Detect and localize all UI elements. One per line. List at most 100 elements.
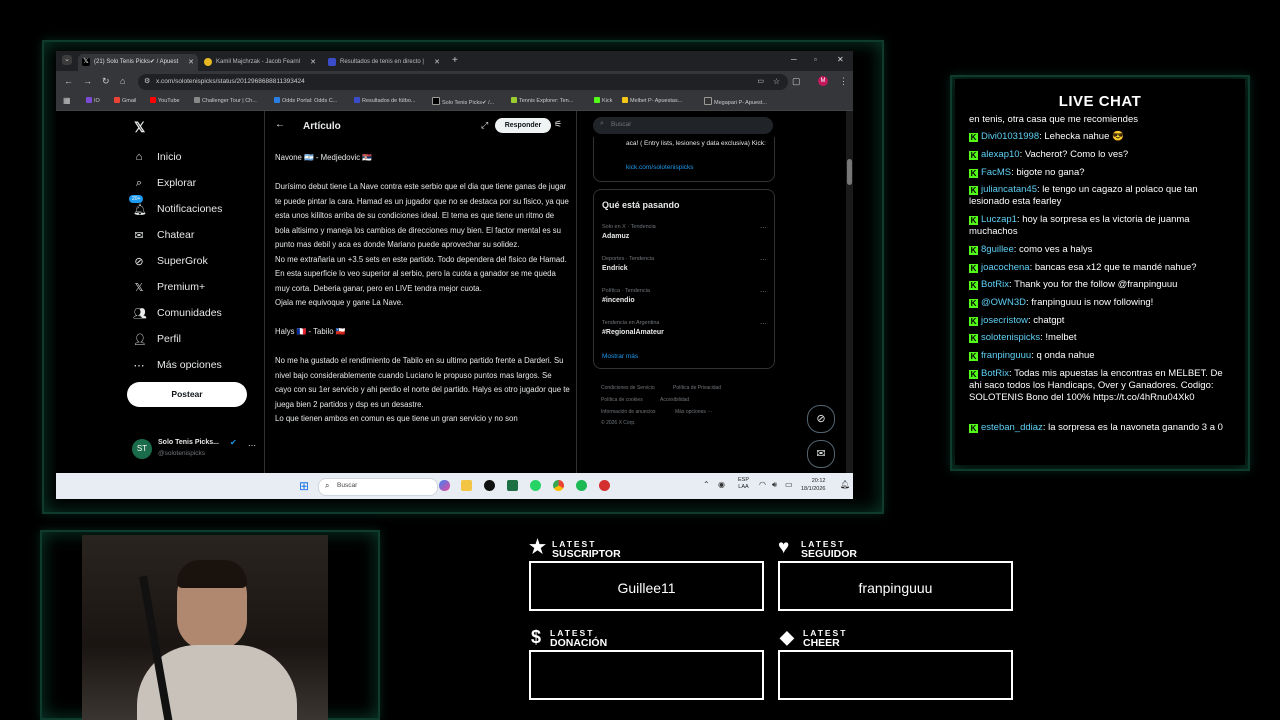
tab-label: Kamil Majchrzak - Jacob Fearnl xyxy=(216,59,301,65)
site-info-icon[interactable]: ⚙ xyxy=(144,74,150,90)
more-dots-icon[interactable]: ⋯ xyxy=(760,224,767,232)
close-tab-icon[interactable]: ✕ xyxy=(434,54,440,71)
copyright: © 2026 X Corp. xyxy=(601,420,636,426)
footer-link[interactable]: Condiciones de Servicio xyxy=(601,385,655,391)
excel-icon[interactable] xyxy=(507,480,518,491)
kick-badge-icon: K xyxy=(969,317,978,326)
search-icon: ⌕ xyxy=(600,120,604,127)
apps-grid-icon[interactable]: ▦ xyxy=(63,96,71,105)
trend-item[interactable]: Tendencia en Argentina #RegionalAmateur ⋯ xyxy=(602,320,767,336)
x-logo-icon[interactable]: 𝕏 xyxy=(134,119,145,136)
kick-badge-icon: K xyxy=(969,151,978,160)
more-dots-icon[interactable]: ⋯ xyxy=(760,320,767,328)
more-dots-icon[interactable]: ⋯ xyxy=(760,288,767,296)
bookmark-item[interactable]: Kick xyxy=(594,97,612,104)
whatsapp-icon[interactable] xyxy=(530,480,541,491)
diamond-icon: ◆ xyxy=(780,627,794,647)
clock[interactable]: 20:12 18/1/2026 xyxy=(801,477,825,493)
grok-float-button[interactable]: ⊘ xyxy=(807,405,835,433)
windows-start-icon[interactable]: ⊞ xyxy=(299,479,309,493)
footer-link[interactable]: Política de Privacidad xyxy=(673,385,721,391)
more-circle-icon: ⋯ xyxy=(133,360,145,372)
search-input[interactable]: ⌕ Buscar xyxy=(593,117,773,134)
show-more-link[interactable]: Mostrar más xyxy=(602,353,638,360)
notification-bell-icon[interactable]: 🔔︎ xyxy=(840,480,850,489)
expand-icon[interactable]: ⤢ xyxy=(481,120,488,131)
new-tab-icon[interactable]: + xyxy=(452,55,458,66)
trend-item[interactable]: Política · Tendencia #incendio ⋯ xyxy=(602,288,767,304)
bookmark-item[interactable]: Melbet P- Apuestas... xyxy=(622,97,682,104)
close-window-icon[interactable]: ✕ xyxy=(837,55,844,64)
wifi-icon[interactable]: ◠ xyxy=(759,480,766,489)
spotify-icon[interactable] xyxy=(576,480,587,491)
bookmark-item[interactable]: Resultados de fútbo... xyxy=(354,97,416,104)
cast-icon[interactable]: ▭ xyxy=(757,74,764,90)
mail-icon: ✉ xyxy=(134,230,144,242)
windows-taskbar: ⊞ ⌕ Buscar ⌃ ◉ ESP LAA ◠ 🔊︎ ▭ 20:12 18/1/2… xyxy=(56,473,853,499)
battery-icon[interactable]: ▭ xyxy=(785,480,793,489)
language-indicator[interactable]: ESP LAA xyxy=(738,477,749,491)
latest-cheer-box xyxy=(778,650,1013,700)
close-tab-icon[interactable]: ✕ xyxy=(188,54,194,71)
bookmark-item[interactable]: Challenger Tour | Ch... xyxy=(194,97,257,104)
bookmark-item[interactable]: Gmail xyxy=(114,97,136,104)
scrollbar[interactable] xyxy=(846,111,853,473)
promo-link[interactable]: kick.com/solotenispicks xyxy=(626,164,694,171)
reload-icon[interactable]: ↻ xyxy=(102,76,110,87)
tab-3[interactable]: Resultados de tenis en directo | ✕ xyxy=(324,54,444,71)
bookmarks-bar: ▦ IO Gmail YouTube Challenger Tour | Ch.… xyxy=(56,93,853,111)
footer-link[interactable]: Más opciones ··· xyxy=(675,409,712,415)
volume-icon[interactable]: 🔊︎ xyxy=(772,480,777,490)
bookmark-star-icon[interactable]: ☆ xyxy=(773,74,780,90)
grok-icon: ⊘ xyxy=(134,256,144,268)
footer-link[interactable]: Accesibilidad xyxy=(660,397,689,403)
tab-1[interactable]: 𝕏 (21) Solo Tenis Picks✔ / Apuest ✕ xyxy=(78,54,198,71)
footer-link[interactable]: Información de anuncios xyxy=(601,409,655,415)
taskbar-search[interactable]: ⌕ Buscar xyxy=(318,478,438,496)
tray-app-icon[interactable]: ◉ xyxy=(718,480,725,489)
bookmark-item[interactable]: Odds Portal: Odds C... xyxy=(274,97,337,104)
trend-item[interactable]: Solo en X · Tendencia Adamuz ⋯ xyxy=(602,224,767,240)
chat-message: Kesteban_ddiaz: la sorpresa es la navone… xyxy=(969,422,1223,433)
bookmark-item[interactable]: Solo Tenis Picks✔ /... xyxy=(432,97,494,106)
copilot-icon[interactable] xyxy=(439,480,450,491)
bookmark-item[interactable]: IO xyxy=(86,97,100,104)
bookmark-item[interactable]: Tennis Explorer: Ten... xyxy=(511,97,573,104)
tray-chevron-icon[interactable]: ⌃ xyxy=(703,480,710,489)
chrome-icon[interactable] xyxy=(553,480,564,491)
file-explorer-icon[interactable] xyxy=(461,480,472,491)
chat-message: K @OWN3D: franpinguuu is now following! xyxy=(969,297,1154,308)
home-icon[interactable]: ⌂ xyxy=(120,76,125,86)
tab-2[interactable]: Kamil Majchrzak - Jacob Fearnl ✕ xyxy=(200,54,320,71)
post-button[interactable]: Postear xyxy=(127,382,247,407)
profile-avatar[interactable]: M xyxy=(818,76,828,86)
reply-button[interactable]: Responder xyxy=(495,118,551,133)
settings-sliders-icon[interactable]: ⚟ xyxy=(554,119,562,130)
menu-dots-icon[interactable]: ⋮ xyxy=(839,76,848,87)
close-tab-icon[interactable]: ✕ xyxy=(310,54,316,71)
bookmark-item[interactable]: YouTube xyxy=(150,97,180,104)
minimize-icon[interactable]: ─ xyxy=(791,55,797,64)
forward-icon[interactable]: → xyxy=(83,76,92,86)
account-name: Solo Tenis Picks... xyxy=(158,439,219,446)
back-arrow-icon[interactable]: ← xyxy=(275,119,285,130)
trend-item[interactable]: Deportes · Tendencia Endrick ⋯ xyxy=(602,256,767,272)
tab-list-button[interactable]: ⌄ xyxy=(62,55,72,65)
more-dots-icon[interactable]: ⋯ xyxy=(248,441,256,450)
app-icon[interactable] xyxy=(599,480,610,491)
article-title: Artículo xyxy=(303,121,341,132)
maximize-icon[interactable]: ▫ xyxy=(814,55,817,64)
extensions-icon[interactable]: ▢ xyxy=(792,76,801,87)
promo-card: Toda la información del circuito la enco… xyxy=(593,137,775,182)
address-bar[interactable]: ⚙ x.com/solotenispicks/status/2012968688… xyxy=(138,74,788,90)
account-switcher[interactable]: ST Solo Tenis Picks... ✔ @solotenispicks… xyxy=(132,437,262,461)
scrollbar-thumb[interactable] xyxy=(847,159,852,185)
back-icon[interactable]: ← xyxy=(64,76,73,86)
messages-float-button[interactable]: ✉ xyxy=(807,440,835,468)
more-dots-icon[interactable]: ⋯ xyxy=(760,256,767,264)
tiktok-icon[interactable] xyxy=(484,480,495,491)
footer-link[interactable]: Política de cookies xyxy=(601,397,643,403)
cheer-label: ◆ LATEST CHEER xyxy=(780,627,848,649)
x-favicon-icon: 𝕏 xyxy=(82,58,90,66)
bookmark-item[interactable]: Megapari P- Apuest... xyxy=(704,97,767,106)
